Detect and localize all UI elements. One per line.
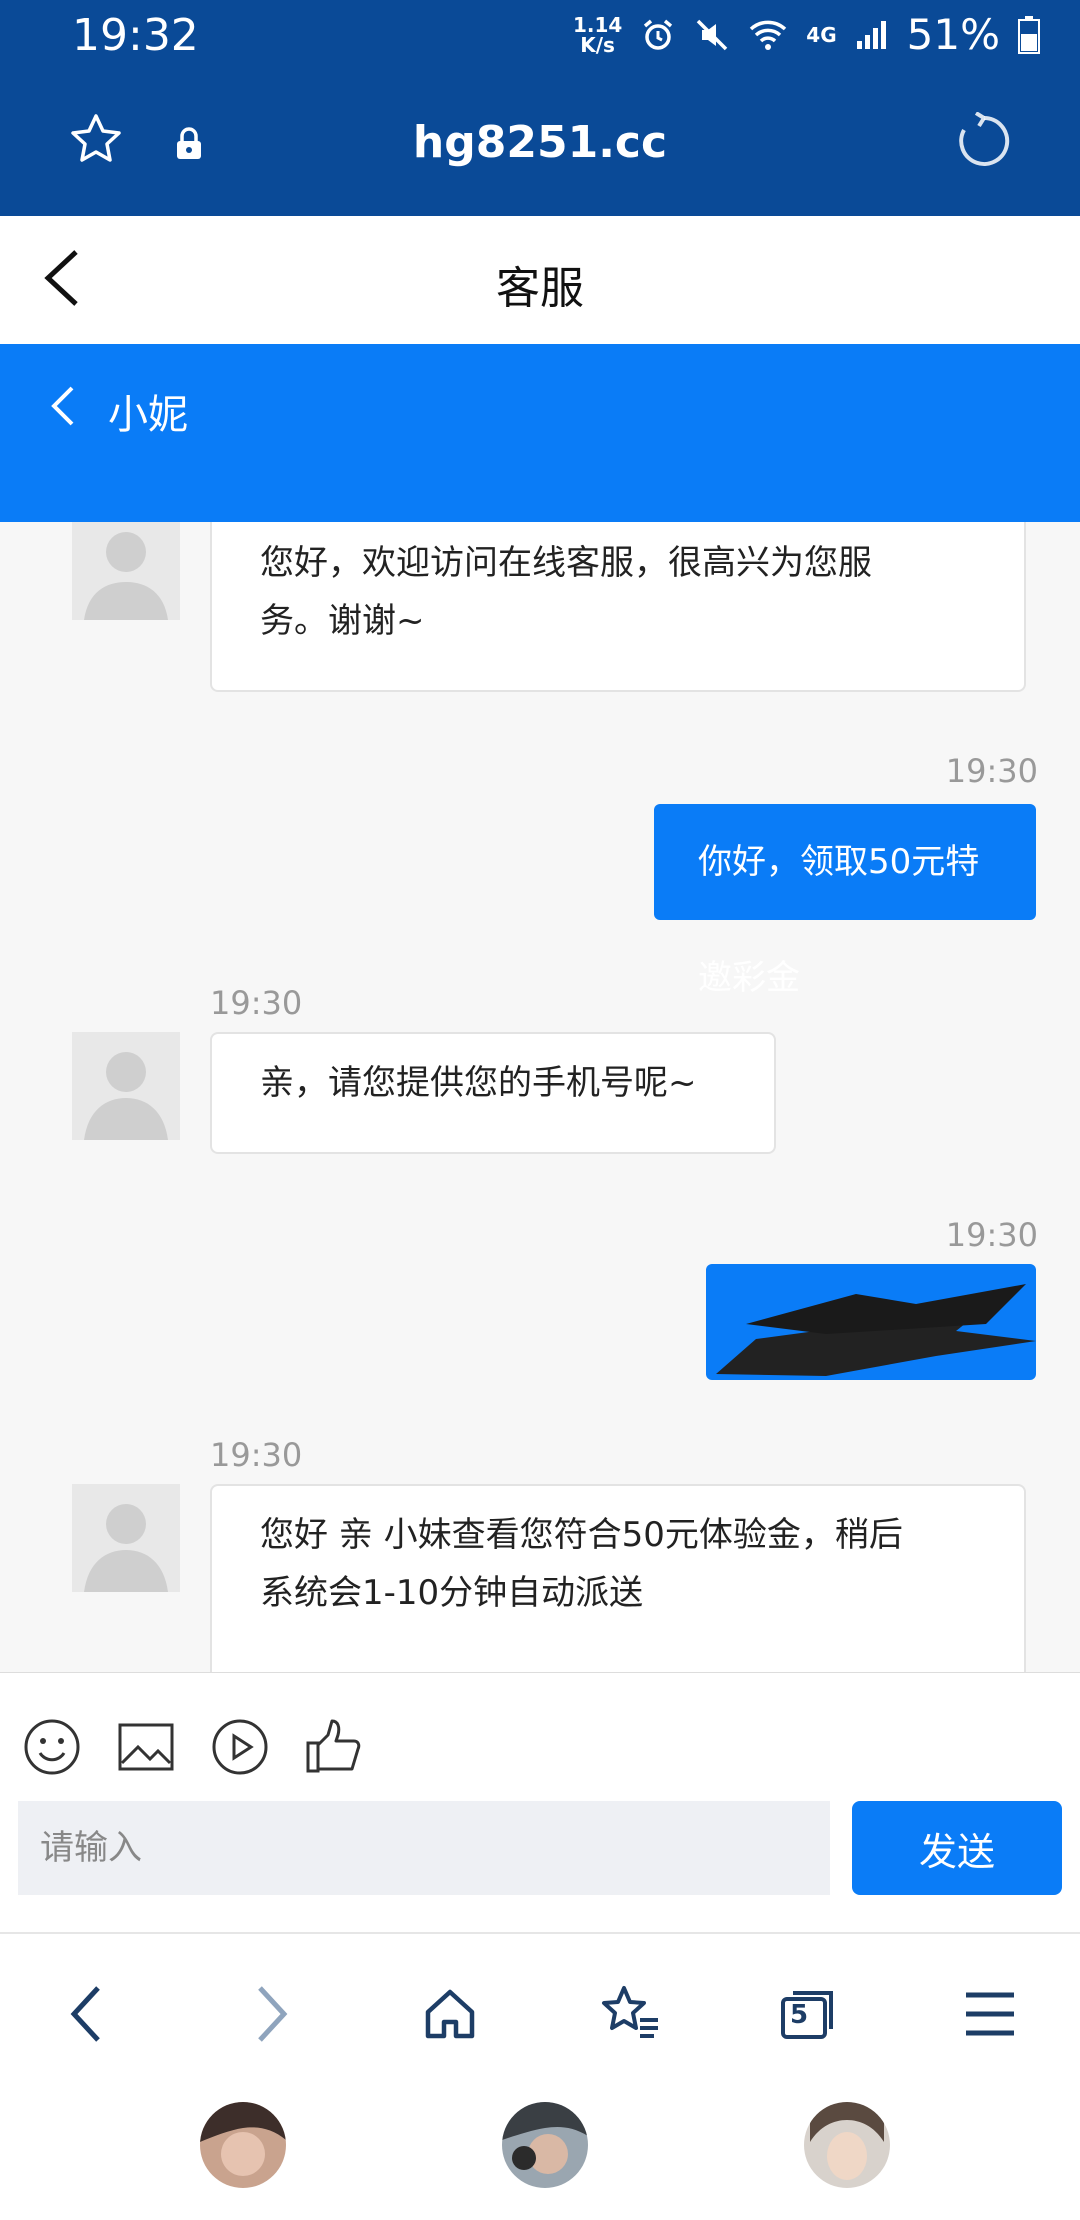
battery-icon — [1018, 15, 1040, 54]
agent-avatar — [72, 1032, 180, 1140]
chat-header: 小妮 — [0, 344, 1080, 522]
alarm-icon — [644, 19, 673, 50]
message-time: 19:30 — [210, 984, 303, 1022]
message-input[interactable] — [18, 1801, 830, 1895]
status-bar: 19:32 1.14 K/s 4G 51% — [0, 0, 1080, 72]
message-time: 19:30 — [210, 1436, 303, 1474]
mute-icon — [697, 19, 728, 50]
wifi-icon — [750, 20, 787, 50]
agent-name: 小妮 — [108, 392, 188, 438]
image-icon[interactable] — [116, 1717, 176, 1781]
message-composer: 发送 — [0, 1672, 1080, 1933]
chat-head-avatar[interactable] — [200, 2102, 286, 2188]
agent-avatar — [72, 522, 180, 620]
chat-area[interactable]: 您好，欢迎访问在线客服，很高兴为您服 务。谢谢~ 19:30 你好，领取50元特… — [0, 522, 1080, 1672]
network-type: 4G — [806, 22, 837, 47]
message-time: 19:30 — [945, 1216, 1038, 1254]
video-icon[interactable] — [210, 1717, 270, 1781]
message-bubble-outgoing: 你好，领取50元特邀彩金 — [654, 804, 1036, 998]
send-button[interactable]: 发送 — [852, 1801, 1062, 1895]
redaction-scribble — [716, 1284, 1036, 1376]
battery-percent: 51% — [906, 10, 1000, 59]
home-icon[interactable] — [410, 1974, 490, 2054]
forward-nav-icon[interactable] — [232, 1974, 312, 2054]
like-icon[interactable] — [304, 1717, 364, 1781]
tabs-icon[interactable]: 5 — [770, 1974, 850, 2054]
message-bubble-incoming: 您好 亲 小妹查看您符合50元体验金，稍后 系统会1-10分钟自动派送 — [210, 1484, 1026, 1672]
page-header: 客服 — [0, 216, 1080, 345]
status-time: 19:32 — [72, 10, 199, 61]
network-speed: 1.14 K/s — [572, 12, 623, 57]
browser-url-bar: hg8251.cc — [0, 72, 1080, 216]
signal-icon — [856, 20, 886, 49]
redacted-message-bubble — [706, 1264, 1036, 1380]
page-title: 客服 — [496, 263, 584, 314]
message-bubble-incoming: 您好，欢迎访问在线客服，很高兴为您服 务。谢谢~ — [210, 522, 1026, 692]
browser-nav-bar: 5 — [0, 1932, 1080, 2084]
url-text[interactable]: hg8251.cc — [0, 117, 1080, 168]
status-icons: 1.14 K/s 4G 51% — [573, 10, 1040, 59]
tabs-count: 5 — [790, 2000, 809, 2030]
message-bubble-incoming: 亲，请您提供您的手机号呢~ — [210, 1032, 776, 1154]
message-time: 19:30 — [945, 752, 1038, 790]
menu-icon[interactable] — [950, 1974, 1030, 2054]
chat-head-avatar[interactable] — [804, 2102, 890, 2188]
chat-back-icon[interactable] — [48, 382, 78, 434]
chat-head-avatar[interactable] — [502, 2102, 588, 2188]
reload-icon[interactable] — [955, 111, 1013, 174]
agent-avatar — [72, 1484, 180, 1592]
back-nav-icon[interactable] — [46, 1974, 126, 2054]
emoji-icon[interactable] — [22, 1717, 82, 1781]
bookmarks-icon[interactable] — [590, 1974, 670, 2054]
composer-toolbar — [22, 1717, 364, 1781]
taskbar — [0, 2082, 1080, 2220]
